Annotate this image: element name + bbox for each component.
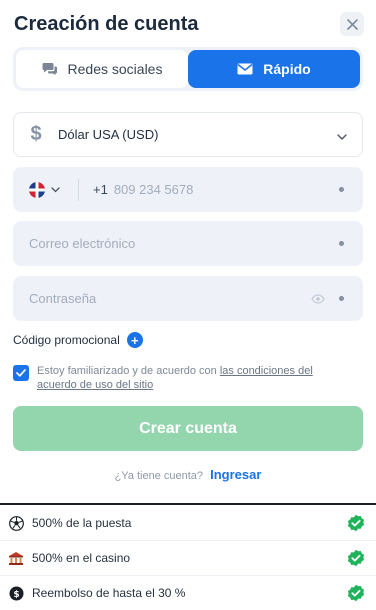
bonus-item: 500% de la puesta <box>0 506 376 541</box>
email-field[interactable]: Correo electrónico <box>13 221 363 266</box>
login-question: ¿Ya tiene cuenta? <box>114 470 204 482</box>
phone-field[interactable]: +1 809 234 5678 <box>13 167 363 212</box>
bonus-label: 500% en el casino <box>32 551 131 565</box>
bonus-label: Reembolso de hasta el 30 % <box>32 586 186 600</box>
email-input[interactable]: Correo electrónico <box>13 236 339 251</box>
divider <box>0 503 376 505</box>
create-account-button[interactable]: Crear cuenta <box>13 406 363 451</box>
chevron-down-icon[interactable] <box>322 127 362 143</box>
login-link[interactable]: Ingresar <box>210 467 261 482</box>
agreement-row: Estoy familiarizado y de acuerdo con las… <box>13 364 343 392</box>
promo-code-toggle[interactable]: Código promocional + <box>13 332 143 348</box>
tab-social-networks-label: Redes sociales <box>67 61 163 77</box>
required-indicator <box>339 296 344 301</box>
check-badge-icon <box>348 549 364 567</box>
tab-quick[interactable]: Rápido <box>188 50 360 88</box>
dollar-icon: $ <box>30 123 42 145</box>
password-field[interactable]: Contraseña <box>13 276 363 321</box>
promo-code-label: Código promocional <box>13 333 120 347</box>
chat-bubbles-icon <box>42 63 57 75</box>
password-input[interactable]: Contraseña <box>13 291 311 306</box>
close-icon[interactable] <box>346 18 358 30</box>
casino-icon <box>0 551 32 566</box>
country-code-selector[interactable] <box>13 178 79 201</box>
required-indicator <box>339 187 344 192</box>
bonus-item: $ Reembolso de hasta el 30 % <box>0 576 376 610</box>
envelope-icon <box>237 63 253 75</box>
currency-select[interactable]: $ Dólar USA (USD) <box>13 112 363 157</box>
check-badge-icon <box>348 584 364 602</box>
agreement-text: Estoy familiarizado y de acuerdo con las… <box>37 364 343 392</box>
dominican-republic-flag-icon <box>29 181 45 198</box>
agreement-statement: Estoy familiarizado y de acuerdo con <box>37 365 217 377</box>
check-badge-icon <box>348 514 364 532</box>
chevron-down-icon[interactable] <box>51 186 60 193</box>
plus-icon[interactable]: + <box>126 332 143 348</box>
required-indicator <box>339 241 344 246</box>
phone-input[interactable]: 809 234 5678 <box>114 182 339 197</box>
page-title: Creación de cuenta <box>14 13 199 35</box>
registration-tabs: Redes sociales Rápido <box>13 47 363 91</box>
eye-icon[interactable] <box>311 293 325 304</box>
login-prompt: ¿Ya tiene cuenta? Ingresar <box>0 467 376 482</box>
agreement-checkbox[interactable] <box>13 365 29 381</box>
bonus-label: 500% de la puesta <box>32 516 132 530</box>
tab-quick-label: Rápido <box>263 61 311 77</box>
tab-social-networks[interactable]: Redes sociales <box>16 50 188 88</box>
soccer-ball-icon <box>0 515 32 531</box>
currency-value: Dólar USA (USD) <box>58 127 159 142</box>
header: Creación de cuenta <box>14 10 364 40</box>
checkmark-icon <box>16 369 26 377</box>
close-button[interactable] <box>340 12 364 36</box>
cashback-icon: $ <box>0 586 32 601</box>
svg-text:$: $ <box>13 590 19 600</box>
phone-prefix: +1 <box>93 182 108 197</box>
bonus-item: 500% en el casino <box>0 541 376 576</box>
